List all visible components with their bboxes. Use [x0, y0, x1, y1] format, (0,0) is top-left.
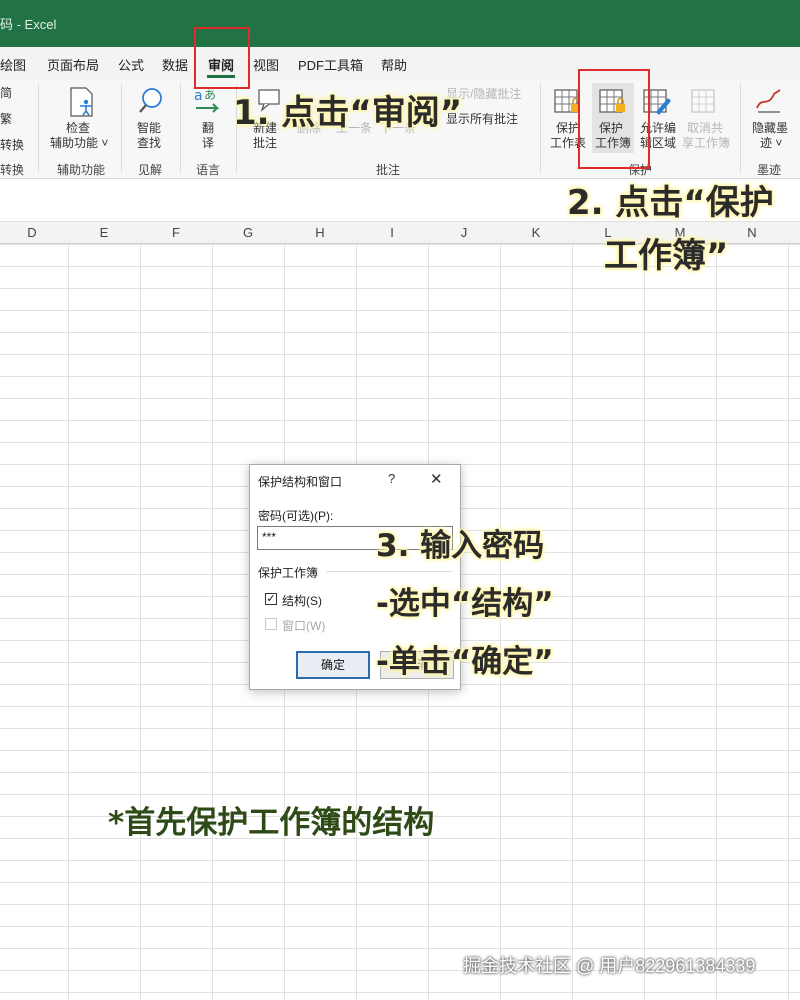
- column-header[interactable]: D: [0, 225, 68, 240]
- structure-label[interactable]: 结构(S): [282, 592, 322, 609]
- smart-lookup-label-1[interactable]: 智能: [137, 121, 161, 136]
- hide-ink-label-2[interactable]: 迹 ˅: [760, 136, 782, 151]
- section-divider: [326, 571, 452, 572]
- window-title: 码 - Excel: [0, 17, 57, 32]
- ribbon-separator: [540, 84, 541, 172]
- ribbon-tabs: 绘图 页面布局 公式 数据 审阅 视图 PDF工具箱 帮助: [0, 47, 800, 79]
- tab-view[interactable]: 视图: [253, 55, 279, 74]
- annotation-step-3-line-3: -单击“确定”: [376, 644, 554, 680]
- ok-button[interactable]: 确定: [296, 651, 370, 679]
- ribbon-partial-3[interactable]: 转换: [0, 138, 24, 153]
- group-label-accessibility: 辅助功能: [57, 163, 106, 177]
- password-label: 密码(可选)(P):: [258, 509, 334, 523]
- check-accessibility-icon[interactable]: [68, 86, 98, 118]
- annotation-step-3-line-2: -选中“结构”: [376, 586, 554, 622]
- group-label-comments: 批注: [376, 163, 401, 177]
- translate-label-1[interactable]: 翻: [202, 121, 214, 136]
- protect-workbook-section-label: 保护工作簿: [258, 566, 319, 580]
- unshare-workbook-label-1[interactable]: 取消共: [687, 121, 723, 136]
- close-icon[interactable]: ✕: [430, 470, 443, 488]
- ribbon-partial-1[interactable]: 简: [0, 86, 12, 101]
- windows-checkbox[interactable]: [265, 618, 277, 630]
- svg-text:あ: あ: [204, 88, 216, 102]
- ribbon-separator: [121, 84, 122, 172]
- tab-help[interactable]: 帮助: [381, 55, 407, 74]
- translate-icon[interactable]: a あ: [193, 86, 223, 116]
- help-icon[interactable]: ?: [388, 471, 395, 486]
- svg-text:a: a: [194, 88, 203, 104]
- column-header[interactable]: G: [212, 225, 284, 240]
- annotation-step-2-line-2: 工作簿”: [604, 236, 729, 276]
- dialog-title: 保护结构和窗口: [258, 475, 343, 489]
- tab-pdf-tools[interactable]: PDF工具箱: [298, 55, 363, 74]
- group-label-convert: 转换: [0, 163, 25, 177]
- watermark: 掘金技术社区 @ 用户822961384339: [463, 956, 756, 976]
- tab-page-layout[interactable]: 页面布局: [47, 55, 99, 74]
- annotation-step-1: 1. 点击“审阅”: [233, 93, 463, 133]
- ribbon-separator: [180, 84, 181, 172]
- new-comment-label-2[interactable]: 批注: [253, 136, 277, 151]
- tab-formulas[interactable]: 公式: [118, 55, 144, 74]
- check-accessibility-label-1[interactable]: 检查: [66, 121, 90, 136]
- ribbon-partial-2[interactable]: 繁: [0, 112, 12, 127]
- column-header[interactable]: I: [356, 225, 428, 240]
- structure-checkbox[interactable]: ✓: [265, 593, 277, 605]
- annotation-step-3-line-1: 3. 输入密码: [376, 528, 545, 564]
- column-header[interactable]: F: [140, 225, 212, 240]
- smart-lookup-label-2[interactable]: 查找: [137, 136, 161, 151]
- unshare-workbook-label-2[interactable]: 享工作簿: [682, 136, 730, 151]
- highlight-protect-workbook: [578, 69, 650, 169]
- group-label-language: 语言: [196, 163, 221, 177]
- hide-ink-icon[interactable]: [754, 86, 784, 116]
- ribbon-separator: [38, 84, 39, 172]
- column-header[interactable]: J: [428, 225, 500, 240]
- protect-sheet-label-1[interactable]: 保护: [556, 121, 580, 136]
- group-label-insights: 见解: [138, 163, 163, 177]
- hide-ink-label-1[interactable]: 隐藏墨: [752, 121, 788, 136]
- translate-label-2[interactable]: 译: [202, 136, 214, 151]
- check-accessibility-label-2[interactable]: 辅助功能 ˅: [50, 136, 108, 151]
- tab-draw[interactable]: 绘图: [0, 55, 26, 74]
- title-bar: 码 - Excel: [0, 0, 800, 47]
- column-header[interactable]: E: [68, 225, 140, 240]
- tab-data[interactable]: 数据: [162, 55, 188, 74]
- ribbon-separator: [740, 84, 741, 172]
- tip-note: *首先保护工作簿的结构: [108, 805, 435, 841]
- column-header[interactable]: K: [500, 225, 572, 240]
- windows-label[interactable]: 窗口(W): [282, 617, 325, 634]
- unshare-workbook-icon[interactable]: [690, 88, 720, 116]
- smart-lookup-icon[interactable]: [137, 86, 165, 116]
- column-header[interactable]: H: [284, 225, 356, 240]
- highlight-review-tab: [194, 27, 250, 89]
- annotation-step-2-line-1: 2. 点击“保护: [567, 183, 774, 223]
